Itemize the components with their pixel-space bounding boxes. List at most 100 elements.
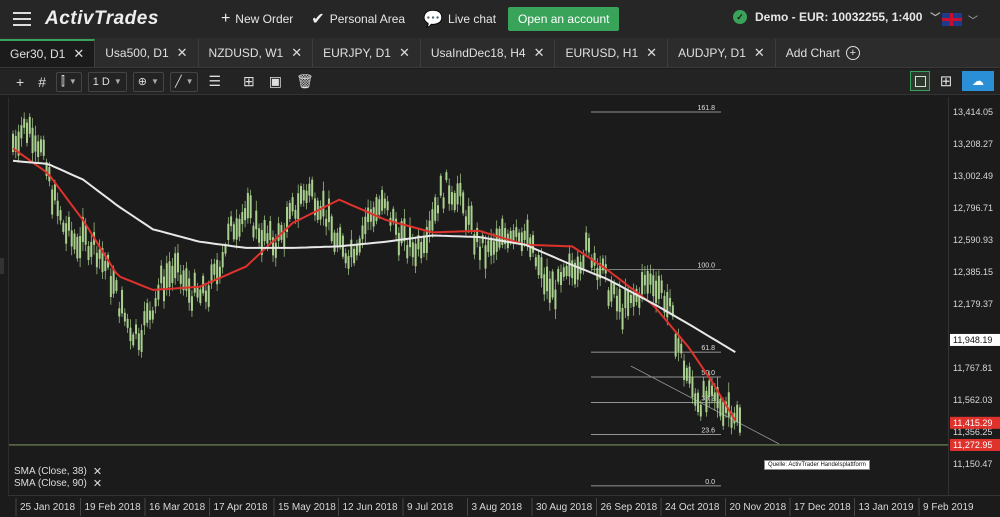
- candle-body: [308, 183, 311, 196]
- candle-body: [523, 230, 526, 241]
- candle-body: [333, 232, 336, 252]
- candle-body: [383, 198, 386, 209]
- close-icon[interactable]: ✕: [93, 478, 102, 490]
- trash-icon[interactable]: 🗑: [292, 72, 318, 92]
- candle-body: [109, 276, 112, 298]
- candle-body: [73, 233, 76, 250]
- candle-body: [666, 291, 669, 318]
- tab-label: AUDJPY, D1: [678, 46, 746, 60]
- candle-body: [135, 324, 138, 334]
- candle-body: [90, 241, 93, 257]
- candle-body: [414, 243, 417, 267]
- language-selector[interactable]: ﹀: [942, 12, 978, 27]
- candle-body: [188, 278, 191, 303]
- chart-type-selector[interactable]: ⫿ ▼: [55, 71, 82, 92]
- candle-body: [347, 256, 350, 269]
- screenshot-icon[interactable]: ▣: [265, 72, 286, 92]
- close-icon[interactable]: ✕: [291, 45, 302, 61]
- candle-body: [582, 255, 585, 269]
- indicator-selector[interactable]: ⊕ ▼: [132, 71, 164, 92]
- candle-body: [305, 190, 308, 203]
- single-view-button[interactable]: [910, 71, 930, 91]
- tab-audjpy[interactable]: AUDJPY, D1 ✕: [668, 39, 776, 67]
- drawing-tool-selector[interactable]: ╱ ▼: [169, 71, 199, 92]
- candle-body: [59, 210, 62, 221]
- candle-body: [546, 266, 549, 292]
- candle-body: [557, 268, 560, 282]
- date-tick-label: 9 Jul 2018: [407, 502, 454, 513]
- candle-body: [641, 272, 644, 295]
- tab-eurusd[interactable]: EURUSD, H1 ✕: [555, 39, 669, 67]
- candle-body: [255, 210, 258, 230]
- date-tick-label: 26 Sep 2018: [601, 502, 658, 513]
- candle-body: [655, 280, 658, 304]
- candle-body: [123, 312, 126, 322]
- close-icon[interactable]: ✕: [177, 45, 188, 61]
- candle-body: [397, 232, 400, 256]
- caret-down-icon: ▼: [151, 77, 159, 86]
- candle-body: [299, 186, 302, 204]
- candle-body: [34, 135, 37, 152]
- candle-body: [249, 195, 252, 219]
- candle-body: [585, 232, 588, 251]
- candle-body: [660, 280, 663, 293]
- close-icon[interactable]: ✕: [646, 45, 657, 61]
- chart-canvas[interactable]: 161.8 100.0 61.8 50.0 38.2 23.6 0.0: [8, 97, 949, 495]
- grid-hash-icon[interactable]: #: [34, 72, 50, 92]
- new-order-label: New Order: [235, 12, 294, 26]
- cloud-icon[interactable]: ☁: [962, 71, 994, 91]
- candle-body: [263, 220, 266, 241]
- account-selector[interactable]: ✓ Demo - EUR: 10032255, 1:400 ﹀: [733, 9, 940, 24]
- candle-body: [691, 376, 694, 398]
- fib-level-label: 100.0: [697, 263, 715, 270]
- open-account-button[interactable]: Open an account: [508, 7, 620, 31]
- personal-area-button[interactable]: ✔ Personal Area: [311, 9, 405, 29]
- candle-body: [621, 308, 624, 330]
- indicator-legend: SMA (Close, 38) ✕ SMA (Close, 90) ✕: [14, 466, 102, 490]
- candle-body: [213, 263, 216, 275]
- resize-handle[interactable]: [0, 258, 4, 274]
- candle-body: [238, 218, 241, 237]
- timeframe-selector[interactable]: 1 D ▼: [87, 71, 127, 92]
- tab-ger30[interactable]: Ger30, D1 ✕: [0, 39, 96, 67]
- price-chart[interactable]: 161.8100.061.850.038.223.60.0: [9, 97, 949, 495]
- close-icon[interactable]: ✕: [399, 45, 410, 61]
- candle-body: [669, 297, 672, 307]
- candle-body: [151, 310, 154, 320]
- candle-body: [571, 260, 574, 279]
- close-icon[interactable]: ✕: [754, 45, 765, 61]
- candle-body: [129, 327, 132, 342]
- grid-view-button[interactable]: ⊞: [936, 71, 956, 91]
- candle-body: [369, 209, 372, 222]
- chart-toolbar: + # ⫿ ▼ 1 D ▼ ⊕ ▼ ╱ ▼ ☰ ⊞ ▣ 🗑 ⊞ ☁: [0, 69, 1000, 95]
- tab-usa500[interactable]: Usa500, D1 ✕: [95, 39, 199, 67]
- tab-eurjpy[interactable]: EURJPY, D1 ✕: [313, 39, 421, 67]
- fibonacci-icon[interactable]: ☰: [204, 72, 225, 92]
- chat-bubble-icon: 💬: [423, 11, 444, 28]
- candle-body: [643, 275, 646, 286]
- crosshair-icon[interactable]: +: [12, 72, 28, 92]
- menu-icon[interactable]: [13, 12, 31, 26]
- candle-body: [39, 139, 42, 153]
- close-icon[interactable]: ✕: [534, 45, 545, 61]
- candle-body: [339, 227, 342, 247]
- candle-body: [126, 318, 129, 328]
- add-chart-button[interactable]: Add Chart +: [776, 39, 870, 67]
- plus-circle-icon: +: [845, 46, 860, 60]
- tab-nzdusd[interactable]: NZDUSD, W1 ✕: [199, 39, 314, 67]
- account-label: Demo - EUR: 10032255, 1:400: [755, 9, 923, 24]
- close-icon[interactable]: ✕: [73, 46, 84, 62]
- candle-body: [51, 189, 54, 215]
- close-icon[interactable]: ✕: [93, 466, 102, 478]
- candle-body: [171, 265, 174, 283]
- tab-label: EURUSD, H1: [565, 46, 639, 60]
- candle-body: [149, 310, 152, 320]
- price-axis: 13,414.05 13,208.27 13,002.49 12,796.71 12,5…: [948, 97, 1000, 495]
- candle-body: [492, 241, 495, 255]
- layout-icon[interactable]: ⊞: [239, 72, 259, 92]
- new-order-button[interactable]: + New Order: [221, 10, 293, 28]
- tab-usainddec18[interactable]: UsaIndDec18, H4 ✕: [421, 39, 556, 67]
- chevron-down-icon: ﹀: [930, 13, 941, 24]
- candle-body: [95, 252, 98, 268]
- live-chat-button[interactable]: 💬 Live chat: [423, 9, 496, 29]
